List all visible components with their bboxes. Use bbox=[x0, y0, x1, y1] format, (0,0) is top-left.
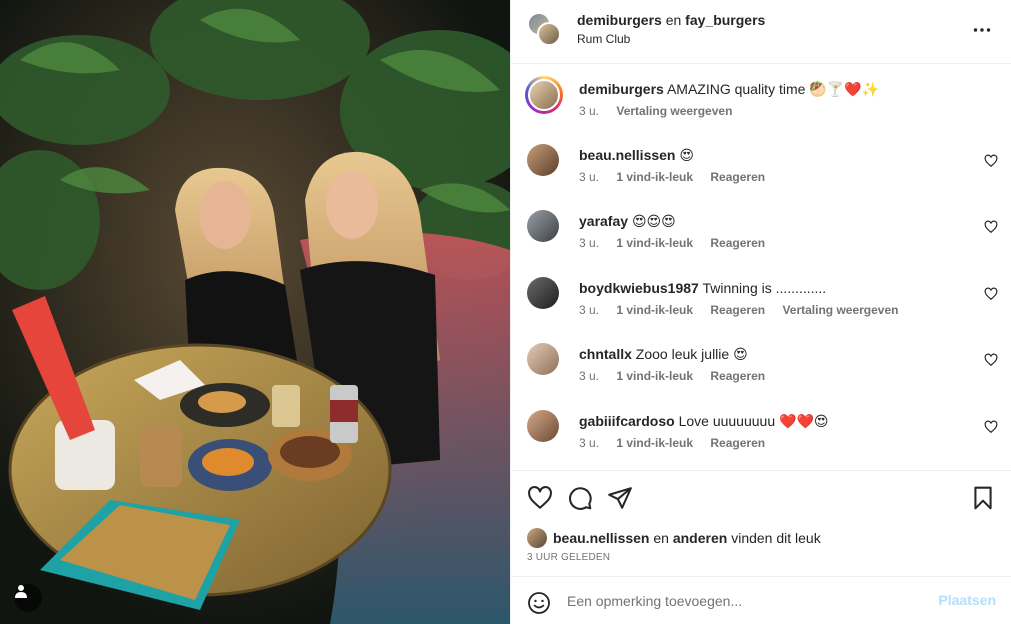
comment-username[interactable]: boydkwiebus1987 bbox=[579, 280, 699, 296]
comment-time[interactable]: 3 u. bbox=[579, 236, 599, 250]
translate-link[interactable]: Vertaling weergeven bbox=[782, 303, 898, 317]
likes-joiner: en bbox=[653, 530, 669, 546]
comment-username[interactable]: yarafay bbox=[579, 213, 628, 229]
post-image bbox=[0, 0, 510, 624]
comment-text: chntallx Zooo leuk jullie 😍 bbox=[579, 345, 969, 364]
caption-text: demiburgers AMAZING quality time 🥙🍸❤️✨ bbox=[579, 80, 969, 99]
comment-body: Twinning is ............. bbox=[702, 280, 827, 296]
comment-meta: 3 u. 1 vind-ik-leuk Reageren bbox=[579, 170, 779, 184]
heart-icon[interactable] bbox=[527, 485, 553, 511]
comment-likes[interactable]: 1 vind-ik-leuk bbox=[616, 369, 693, 383]
likes-suffix: vinden dit leuk bbox=[731, 530, 821, 546]
user-tag-icon[interactable] bbox=[14, 584, 42, 612]
add-comment-bar: Plaatsen bbox=[511, 576, 1011, 624]
post-comment-button[interactable]: Plaatsen bbox=[938, 592, 996, 608]
more-horizontal-icon[interactable] bbox=[972, 20, 992, 40]
heart-icon[interactable] bbox=[984, 154, 998, 168]
likes-others-link[interactable]: anderen bbox=[673, 530, 727, 546]
comment-text: yarafay 😍😍😍 bbox=[579, 212, 969, 231]
comment-text: gabiiifcardoso Love uuuuuuuu ❤️❤️😍 bbox=[579, 412, 969, 431]
post-authors: demiburgers en fay_burgers bbox=[577, 12, 765, 28]
post-photo[interactable] bbox=[0, 0, 510, 624]
paper-plane-icon[interactable] bbox=[607, 485, 633, 511]
authors-joiner: en bbox=[665, 12, 682, 28]
post-header: demiburgers en fay_burgers Rum Club bbox=[511, 0, 1011, 64]
likes-summary[interactable]: beau.nellissen en anderen vinden dit leu… bbox=[527, 528, 821, 548]
post-details-panel: demiburgers en fay_burgers Rum Club demi… bbox=[510, 0, 1011, 624]
liker-username[interactable]: beau.nellissen bbox=[553, 530, 649, 546]
comment-bubble-icon[interactable] bbox=[567, 485, 593, 511]
heart-icon[interactable] bbox=[984, 220, 998, 234]
heart-icon[interactable] bbox=[984, 420, 998, 434]
avatar[interactable] bbox=[527, 210, 559, 242]
author-link-primary[interactable]: demiburgers bbox=[577, 12, 662, 28]
story-ring-avatar[interactable] bbox=[525, 76, 563, 114]
avatar[interactable] bbox=[527, 410, 559, 442]
comment-time[interactable]: 3 u. bbox=[579, 369, 599, 383]
smiley-icon[interactable] bbox=[527, 591, 551, 615]
comment-item: beau.nellissen 😍 3 u. 1 vind-ik-leuk Rea… bbox=[511, 144, 1011, 204]
comment-emoji: ❤️❤️😍 bbox=[779, 414, 829, 430]
comment-emoji: 😍 bbox=[733, 347, 748, 363]
bookmark-icon[interactable] bbox=[970, 485, 996, 511]
comment-username[interactable]: chntallx bbox=[579, 346, 632, 362]
caption: demiburgers AMAZING quality time 🥙🍸❤️✨ 3… bbox=[511, 76, 1011, 138]
comment-likes[interactable]: 1 vind-ik-leuk bbox=[616, 303, 693, 317]
avatar bbox=[537, 22, 561, 46]
caption-emoji: 🥙🍸❤️✨ bbox=[809, 82, 880, 98]
caption-meta: 3 u. Vertaling weergeven bbox=[579, 104, 746, 118]
avatar[interactable] bbox=[527, 277, 559, 309]
comment-meta: 3 u. 1 vind-ik-leuk Reageren bbox=[579, 436, 779, 450]
comment-username[interactable]: beau.nellissen bbox=[579, 147, 675, 163]
comment-username[interactable]: gabiiifcardoso bbox=[579, 413, 675, 429]
comment-time[interactable]: 3 u. bbox=[579, 104, 599, 118]
comment-item: gabiiifcardoso Love uuuuuuuu ❤️❤️😍 3 u. … bbox=[511, 410, 1011, 470]
caption-body: AMAZING quality time bbox=[666, 81, 806, 97]
comment-text: boydkwiebus1987 Twinning is ............… bbox=[579, 279, 969, 298]
comment-item: chntallx Zooo leuk jullie 😍 3 u. 1 vind-… bbox=[511, 343, 1011, 403]
author-link-secondary[interactable]: fay_burgers bbox=[685, 12, 765, 28]
location-link[interactable]: Rum Club bbox=[577, 32, 630, 46]
comment-emoji: 😍😍😍 bbox=[631, 214, 676, 230]
avatar[interactable] bbox=[527, 343, 559, 375]
comment-input[interactable] bbox=[567, 587, 927, 615]
avatar[interactable] bbox=[527, 144, 559, 176]
post-timestamp[interactable]: 3 UUR GELEDEN bbox=[527, 552, 610, 563]
avatar bbox=[527, 528, 547, 548]
comment-meta: 3 u. 1 vind-ik-leuk Reageren Vertaling w… bbox=[579, 303, 913, 317]
comment-body: Love uuuuuuuu bbox=[678, 413, 776, 429]
comment-time[interactable]: 3 u. bbox=[579, 303, 599, 317]
comment-body: Zooo leuk jullie bbox=[635, 346, 730, 362]
comments-list[interactable]: demiburgers AMAZING quality time 🥙🍸❤️✨ 3… bbox=[511, 64, 1011, 470]
comment-time[interactable]: 3 u. bbox=[579, 436, 599, 450]
heart-icon[interactable] bbox=[984, 353, 998, 367]
comment-likes[interactable]: 1 vind-ik-leuk bbox=[616, 236, 693, 250]
collab-avatars[interactable] bbox=[527, 12, 563, 48]
heart-icon[interactable] bbox=[984, 287, 998, 301]
comment-emoji: 😍 bbox=[679, 148, 694, 164]
comment-text: beau.nellissen 😍 bbox=[579, 146, 969, 165]
comment-username[interactable]: demiburgers bbox=[579, 81, 664, 97]
post-actions bbox=[511, 470, 1011, 526]
reply-button[interactable]: Reageren bbox=[710, 303, 765, 317]
reply-button[interactable]: Reageren bbox=[710, 170, 765, 184]
comment-item: yarafay 😍😍😍 3 u. 1 vind-ik-leuk Reageren bbox=[511, 210, 1011, 270]
comment-meta: 3 u. 1 vind-ik-leuk Reageren bbox=[579, 236, 779, 250]
comment-likes[interactable]: 1 vind-ik-leuk bbox=[616, 436, 693, 450]
reply-button[interactable]: Reageren bbox=[710, 369, 765, 383]
comment-meta: 3 u. 1 vind-ik-leuk Reageren bbox=[579, 369, 779, 383]
comment-item: boydkwiebus1987 Twinning is ............… bbox=[511, 277, 1011, 337]
reply-button[interactable]: Reageren bbox=[710, 236, 765, 250]
comment-time[interactable]: 3 u. bbox=[579, 170, 599, 184]
translate-link[interactable]: Vertaling weergeven bbox=[616, 104, 732, 118]
reply-button[interactable]: Reageren bbox=[710, 436, 765, 450]
comment-likes[interactable]: 1 vind-ik-leuk bbox=[616, 170, 693, 184]
